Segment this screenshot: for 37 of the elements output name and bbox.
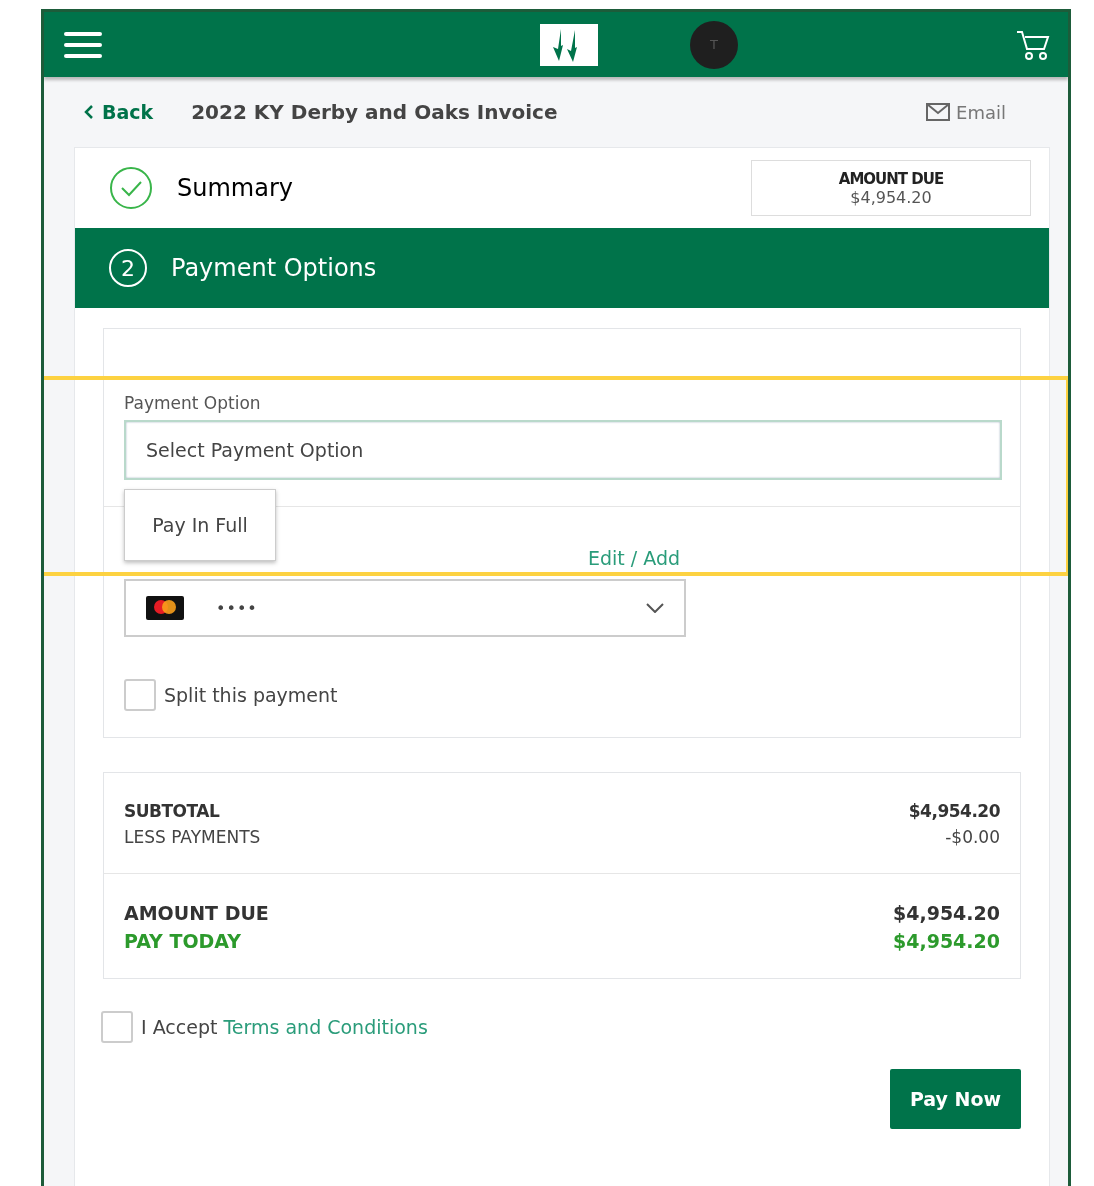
page-title: 2022 KY Derby and Oaks Invoice [191,100,559,124]
total-value: -$0.00 [945,827,1000,847]
total-label: SUBTOTAL [124,801,220,821]
step-number: 2 [109,249,147,287]
cart-icon[interactable] [1016,28,1050,61]
dropdown-option[interactable]: Pay In Full [124,489,276,561]
payment-option-select[interactable]: Select Payment Option [124,420,1002,480]
envelope-icon [926,103,951,121]
terms-link[interactable]: Terms and Conditions [223,1016,428,1038]
masked-card-number: •••• [216,598,259,618]
amount-due-label: AMOUNT DUE [838,169,944,188]
payment-method-select[interactable]: •••• [124,579,686,637]
email-link[interactable]: Email [926,101,1006,123]
total-label: PAY TODAY [124,930,241,952]
step-label: Payment Options [171,254,378,282]
menu-icon[interactable] [64,30,102,59]
checkbox[interactable] [124,679,156,711]
chevron-left-icon [84,104,94,120]
total-label: AMOUNT DUE [124,902,269,924]
chevron-down-icon [646,603,664,613]
field-label: Payment Option [124,393,262,413]
total-value: $4,954.20 [893,902,1000,924]
total-label: LESS PAYMENTS [124,827,261,847]
total-value: $4,954.20 [893,930,1000,952]
credit-card-icon [146,596,184,620]
step-header[interactable]: Summary AMOUNT DUE $4,954.20 [75,148,1049,228]
terms-text: I Accept Terms and Conditions [141,1016,428,1038]
total-value: $4,954.20 [908,801,1000,821]
checkbox-label: Split this payment [164,684,338,706]
pay-now-button[interactable]: Pay Now [890,1069,1021,1129]
amount-due-value: $4,954.20 [850,187,932,207]
active-step-header[interactable]: 2 Payment Options [75,228,1049,308]
step-label: Summary [177,174,294,202]
back-link[interactable]: Back [84,101,154,123]
edit-add-link[interactable]: Edit / Add [587,547,680,569]
checkbox[interactable] [101,1011,133,1043]
logo[interactable] [540,23,598,66]
